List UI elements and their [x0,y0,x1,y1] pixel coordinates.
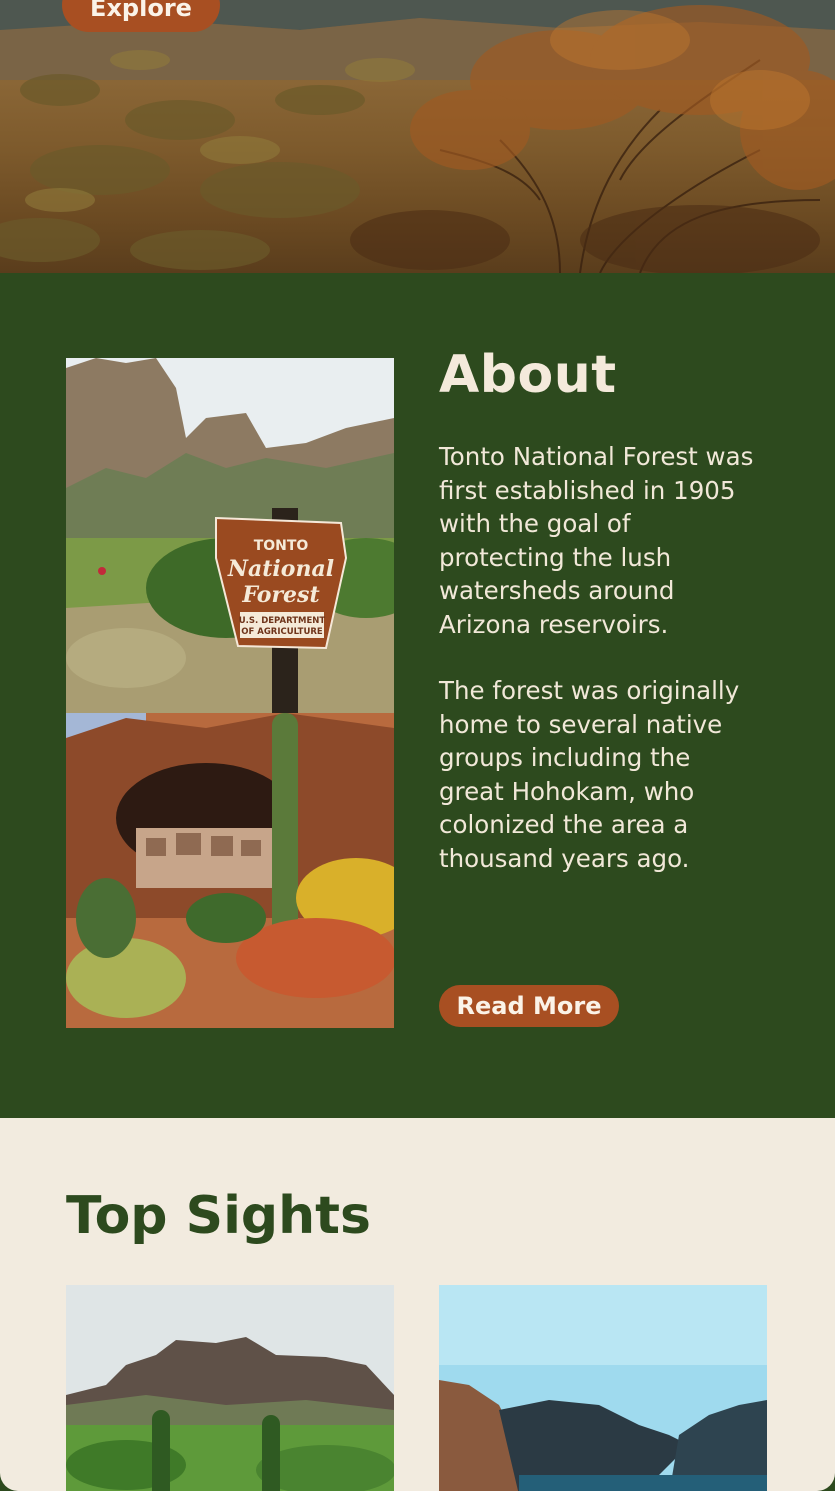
sign-text-forest: Forest [241,582,319,608]
desert-landscape-image [0,0,835,273]
forest-sign-and-cliff-dwelling-image: TONTO National Forest U.S. DEPARTMENT OF… [66,358,394,1028]
canyon-lake-image [439,1285,767,1491]
about-photo-collage: TONTO National Forest U.S. DEPARTMENT OF… [66,358,394,1028]
explore-button[interactable]: Explore [62,0,220,32]
superstition-mountains-image [66,1285,394,1491]
about-heading: About [439,345,617,405]
sign-text-usda-2: OF AGRICULTURE [241,627,323,637]
sight-card-superstition-mountains[interactable] [66,1285,394,1491]
about-paragraph-history: Tonto National Forest was first establis… [439,442,754,639]
about-paragraph-natives: The forest was originally home to severa… [439,676,740,873]
sign-text-national: National [227,556,334,582]
about-section: TONTO National Forest U.S. DEPARTMENT OF… [0,273,835,1118]
top-sights-section: Top Sights [0,1118,835,1491]
sight-card-canyon-lake[interactable] [439,1285,767,1491]
hero-banner: Explore [0,0,835,273]
sign-text-tonto: TONTO [254,538,309,554]
sign-text-usda-1: U.S. DEPARTMENT [239,616,326,626]
top-sights-heading: Top Sights [66,1186,371,1246]
read-more-button[interactable]: Read More [439,985,619,1027]
